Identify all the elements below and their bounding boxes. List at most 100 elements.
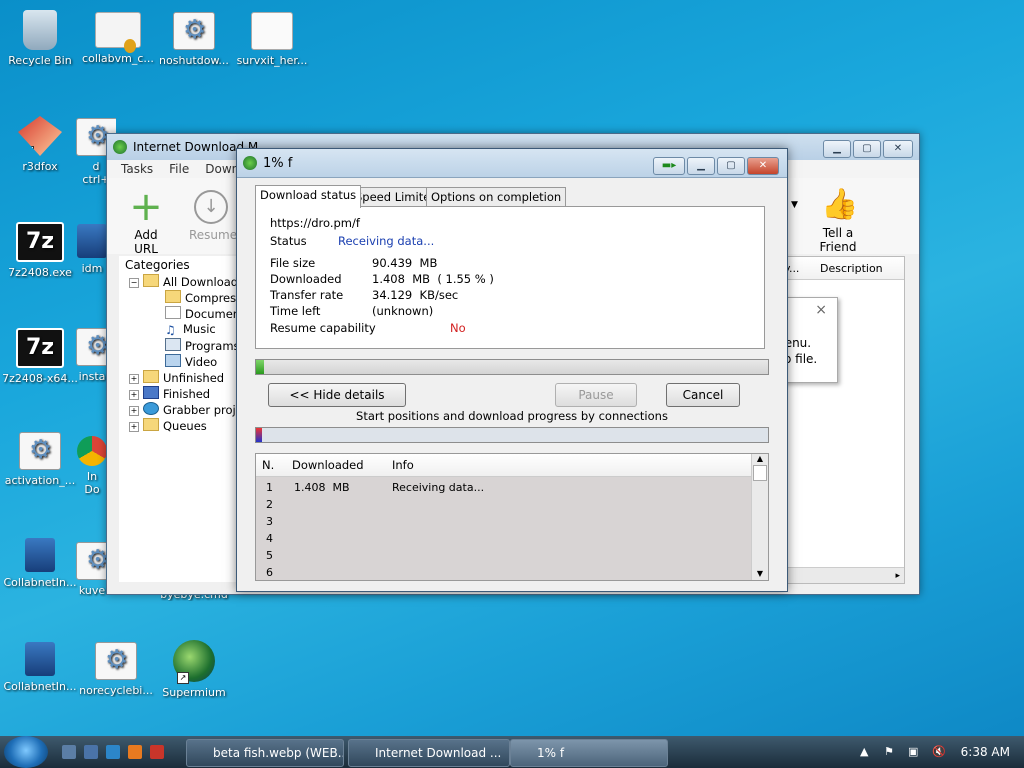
tree-grabber[interactable]: + Grabber projec	[129, 402, 249, 417]
resume-capability-value: No	[450, 321, 466, 335]
dialog-titlebar[interactable]: 1% f ▬▸ ▁ ▢ ✕	[237, 149, 787, 178]
cancel-button[interactable]: Cancel	[666, 383, 740, 407]
shortcut-arrow-icon: ↗	[177, 672, 189, 684]
desktop-icon-kuve[interactable]: kuve	[76, 542, 108, 597]
info-popup-close-icon[interactable]: ×	[815, 302, 827, 318]
taskbar-item-idm[interactable]: Internet Download ...	[348, 739, 510, 767]
archive-icon	[165, 290, 181, 303]
settings-file-icon	[95, 642, 137, 680]
maximize-button[interactable]: ▢	[717, 157, 745, 175]
7zip-icon: 7z	[16, 222, 64, 262]
tree-finished[interactable]: + Finished	[129, 386, 210, 401]
menu-tasks[interactable]: Tasks	[121, 160, 153, 178]
resume-button[interactable]: ↓ Resume	[189, 190, 237, 242]
quicklaunch-icon[interactable]	[128, 745, 142, 759]
status-value: Receiving data...	[338, 234, 435, 248]
network-icon[interactable]: ▣	[908, 746, 920, 758]
installer-icon	[77, 224, 107, 258]
settings-file-icon	[76, 542, 108, 580]
computer-icon	[25, 642, 55, 676]
quicklaunch-icon[interactable]	[106, 745, 120, 759]
time-left-value: (unknown)	[372, 304, 434, 318]
tree-queues[interactable]: + Queues	[129, 418, 207, 433]
connections-list[interactable]: N. Downloaded Info 1 1.408 MB Receiving da…	[255, 453, 769, 581]
tab-options-on-completion[interactable]: Options on completion	[426, 187, 567, 207]
menu-file[interactable]: File	[169, 160, 189, 178]
action-center-flag-icon[interactable]: ⚑	[884, 746, 896, 758]
tree-programs[interactable]: Programs	[165, 338, 240, 353]
close-button[interactable]: ✕	[747, 157, 779, 175]
desktop-icon-collabnet-2[interactable]: CollabnetIn...	[0, 642, 80, 693]
r3dfox-icon: ↗	[18, 116, 62, 156]
settings-file-icon	[173, 12, 215, 50]
scroll-thumb[interactable]	[753, 465, 767, 481]
desktop-icon-r3dfox[interactable]: ↗ r3dfox	[0, 116, 80, 173]
idm-logo-icon	[113, 140, 127, 154]
dialog-title: 1% f	[263, 155, 293, 171]
desktop-icon-idm[interactable]: idm	[76, 224, 108, 275]
tell-a-friend-button[interactable]: 👍 Tell a Friend	[803, 188, 873, 255]
quicklaunch-icon[interactable]	[150, 745, 164, 759]
computer-icon	[25, 538, 55, 572]
minimize-button[interactable]: ▁	[823, 140, 851, 158]
tree-unfinished[interactable]: + Unfinished	[129, 370, 224, 385]
desktop-icon-supermium[interactable]: ↗ Supermium	[154, 640, 234, 699]
resume-capability-label: Resume capability	[270, 321, 376, 335]
scroll-up-arrow-icon[interactable]: ▲	[752, 454, 768, 463]
document-icon	[251, 12, 293, 50]
folder-icon	[143, 370, 159, 383]
desktop-icon-collabnet-1[interactable]: CollabnetIn...	[0, 538, 80, 589]
time-left-label: Time left	[270, 304, 321, 318]
chrome-icon	[77, 436, 107, 466]
desktop-icon-7z2408-x64[interactable]: 7z 7z2408-x64...	[0, 328, 80, 385]
download-url: https://dro.pm/f	[270, 216, 360, 230]
taskbar-item-download-dialog[interactable]: 1% f	[510, 739, 668, 767]
col-downloaded[interactable]: Downloaded	[292, 458, 364, 472]
show-desktop-icon[interactable]	[62, 745, 76, 759]
download-progress-dialog[interactable]: 1% f ▬▸ ▁ ▢ ✕ Download status Speed Limi…	[236, 148, 788, 592]
desktop-icon-chrome-partial[interactable]: In Do	[76, 436, 108, 496]
document-icon	[165, 306, 181, 319]
start-button[interactable]	[4, 736, 48, 768]
taskbar-item-beta-fish[interactable]: beta fish.webp (WEB...	[186, 739, 344, 767]
vertical-scrollbar[interactable]: ▲ ▼	[751, 454, 768, 580]
tree-music[interactable]: ♫ Music	[165, 322, 216, 336]
tab-download-status[interactable]: Download status	[255, 185, 362, 208]
clock[interactable]: 6:38 AM	[961, 745, 1010, 759]
horizontal-scrollbar[interactable]: ▸	[778, 567, 904, 583]
toolbar-dropdown-arrow[interactable]: ▼	[791, 200, 798, 210]
downloads-list[interactable]: y... Description × menu. elp file. ▸	[766, 256, 905, 584]
maximize-button[interactable]: ▢	[853, 140, 881, 158]
minimize-button[interactable]: ▁	[687, 157, 715, 175]
hide-details-button[interactable]: << Hide details	[268, 383, 406, 407]
add-url-button[interactable]: + Add URL	[121, 184, 171, 256]
desktop-icon-noshutdown[interactable]: noshutdow...	[154, 12, 234, 67]
desktop-icon-activation[interactable]: activation_...	[0, 432, 80, 487]
plus-icon: +	[129, 184, 163, 230]
file-size-value: 90.439 MB	[372, 256, 438, 270]
col-info[interactable]: Info	[392, 458, 414, 472]
recycle-bin-icon	[23, 10, 57, 50]
quicklaunch-icon[interactable]	[84, 745, 98, 759]
desktop-icon-7z2408-exe[interactable]: 7z 7z2408.exe	[0, 222, 80, 279]
col-number[interactable]: N.	[262, 458, 274, 472]
desktop-icon-collabvm[interactable]: collabvm_c...	[78, 12, 158, 65]
volume-muted-icon[interactable]: 🔇	[932, 746, 946, 758]
close-button[interactable]: ✕	[883, 140, 913, 158]
pause-button[interactable]: Pause	[555, 383, 637, 407]
scroll-down-arrow-icon[interactable]: ▼	[752, 569, 768, 578]
desktop-icon-norecyclebin[interactable]: norecyclebi...	[76, 642, 156, 697]
desktop-icon-survxit[interactable]: survxit_her...	[232, 12, 312, 67]
desktop-icon-recycle-bin[interactable]: Recycle Bin	[0, 10, 80, 67]
program-window-icon	[165, 338, 181, 351]
desktop-icon-insta[interactable]: insta	[76, 328, 108, 383]
video-icon	[165, 354, 181, 367]
connections-list-header: N. Downloaded Info	[256, 454, 768, 477]
tree-all-downloads[interactable]: − All Downloads	[129, 274, 244, 289]
music-note-icon: ♫	[165, 324, 179, 336]
tray-expand-icon[interactable]: ▲	[860, 746, 872, 758]
certificate-icon	[95, 12, 141, 53]
tree-video[interactable]: Video	[165, 354, 217, 369]
folder-open-icon	[143, 274, 159, 287]
send-to-tray-button[interactable]: ▬▸	[653, 157, 685, 175]
